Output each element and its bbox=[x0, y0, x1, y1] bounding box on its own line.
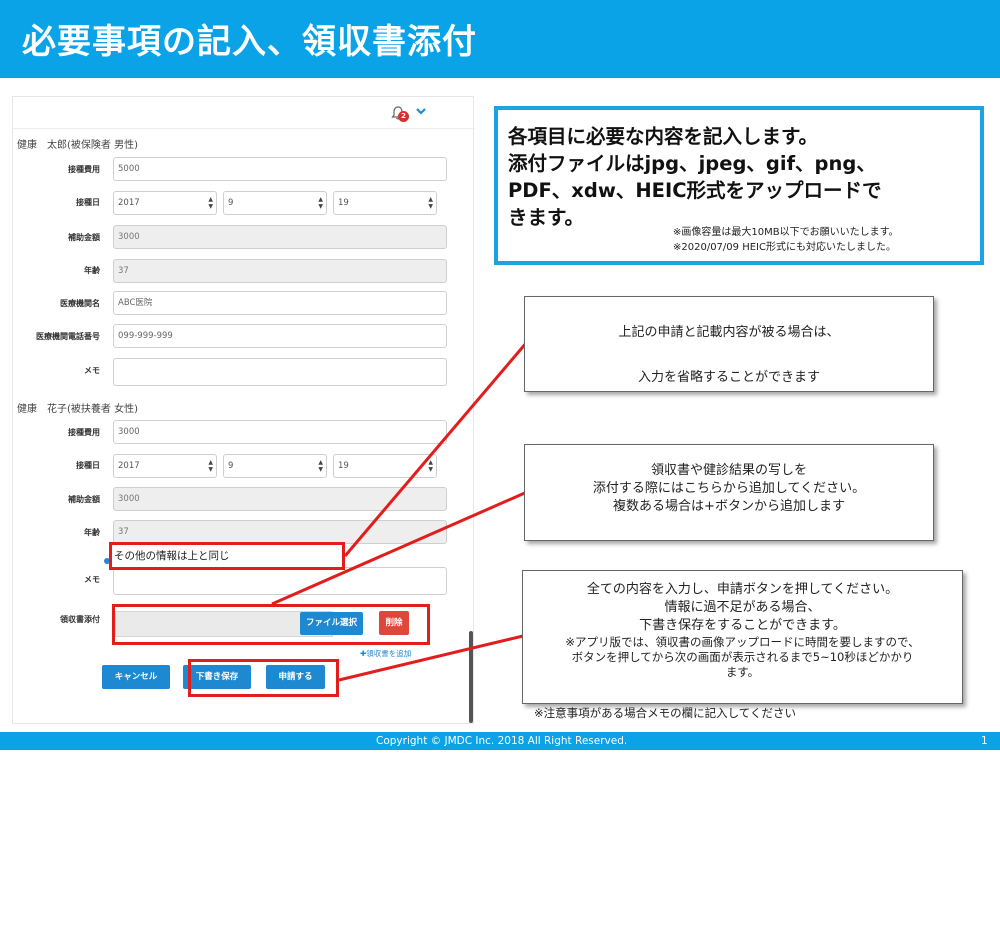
info-box: 各項目に必要な内容を記入します。 添付ファイルはjpg、jpeg、gif、png… bbox=[494, 106, 984, 265]
person-1-heading: 健康 太郎(被保険者 男性) bbox=[17, 140, 138, 151]
slide-footer: Copyright © JMDC Inc. 2018 All Right Res… bbox=[0, 732, 1000, 750]
year-select[interactable]: 2017 ▲ ▼ bbox=[113, 191, 217, 215]
fee-label: 接種費用 bbox=[68, 428, 100, 437]
select-arrows-icon: ▲ ▼ bbox=[208, 459, 213, 473]
info-note: ※2020/07/09 HEIC形式にも対応いたしました。 bbox=[673, 242, 896, 253]
callout-line: 全ての内容を入力し、申請ボタンを押してください。 bbox=[586, 582, 899, 597]
date-label: 接種日 bbox=[76, 198, 100, 207]
memo-label: メモ bbox=[84, 366, 100, 375]
callout-receipt: 領収書や健診結果の写しを 添付する際にはこちらから追加してください。 複数ある場… bbox=[524, 444, 934, 541]
month-value: 9 bbox=[228, 461, 234, 471]
memo-footnote: ※注意事項がある場合メモの欄に記入してください bbox=[534, 706, 796, 720]
day-select[interactable]: 19 ▲ ▼ bbox=[333, 454, 437, 478]
callout-line: 複数ある場合は+ボタンから追加します bbox=[613, 499, 845, 514]
fee-input[interactable]: 5000 bbox=[113, 157, 447, 181]
add-receipt-link[interactable]: ✚領収書を追加 bbox=[360, 648, 411, 659]
fee-label: 接種費用 bbox=[68, 165, 100, 174]
callout-same-info: 上記の申請と記載内容が被る場合は、 入力を省略することができます bbox=[524, 296, 934, 392]
chevron-down-icon[interactable] bbox=[415, 106, 427, 116]
callout-note: ※アプリ版では、領収書の画像アップロードに時間を要しますので、 bbox=[565, 635, 920, 649]
clinic-input[interactable]: ABC医院 bbox=[113, 291, 447, 315]
month-select[interactable]: 9 ▲ ▼ bbox=[223, 191, 327, 215]
callout-line: 領収書や健診結果の写しを bbox=[650, 463, 807, 478]
fee-input[interactable]: 3000 bbox=[113, 420, 447, 444]
page-number: 1 bbox=[981, 735, 988, 747]
select-arrows-icon: ▲ ▼ bbox=[428, 459, 433, 473]
year-select[interactable]: 2017 ▲ ▼ bbox=[113, 454, 217, 478]
scrollbar[interactable] bbox=[469, 631, 473, 723]
age-label: 年齢 bbox=[84, 266, 100, 275]
age-field: 37 bbox=[113, 259, 447, 283]
date-label: 接種日 bbox=[76, 461, 100, 470]
day-select[interactable]: 19 ▲ ▼ bbox=[333, 191, 437, 215]
month-value: 9 bbox=[228, 198, 234, 208]
callout-line: 上記の申請と記載内容が被る場合は、 bbox=[618, 325, 840, 340]
person-2-heading: 健康 花子(被扶養者 女性) bbox=[17, 404, 138, 415]
select-arrows-icon: ▲ ▼ bbox=[318, 196, 323, 210]
callout-submit: 全ての内容を入力し、申請ボタンを押してください。 情報に過不足がある場合、 下書… bbox=[522, 570, 963, 704]
clinic-label: 医療機関名 bbox=[60, 299, 100, 308]
callout-note: ます。 bbox=[725, 665, 760, 679]
info-line: 各項目に必要な内容を記入します。 bbox=[508, 125, 819, 148]
select-arrows-icon: ▲ ▼ bbox=[428, 196, 433, 210]
copyright: Copyright © JMDC Inc. 2018 All Right Res… bbox=[376, 735, 628, 747]
same-info-highlight bbox=[109, 542, 345, 570]
memo-label: メモ bbox=[84, 575, 100, 584]
info-line: PDF、xdw、HEIC形式をアップロードで bbox=[508, 179, 882, 202]
receipt-label: 領収書添付 bbox=[60, 615, 100, 624]
select-arrows-icon: ▲ ▼ bbox=[318, 459, 323, 473]
memo-textarea[interactable] bbox=[113, 358, 447, 386]
year-value: 2017 bbox=[118, 198, 140, 208]
slide-header: 必要事項の記入、領収書添付 bbox=[0, 0, 1000, 78]
info-main-text: 各項目に必要な内容を記入します。 添付ファイルはjpg、jpeg、gif、png… bbox=[508, 123, 978, 231]
cancel-button[interactable]: キャンセル bbox=[102, 665, 170, 689]
subsidy-label: 補助金額 bbox=[68, 495, 100, 504]
year-value: 2017 bbox=[118, 461, 140, 471]
day-value: 19 bbox=[338, 461, 349, 471]
callout-line: 下書き保存をすることができます。 bbox=[639, 618, 846, 633]
age-label: 年齢 bbox=[84, 528, 100, 537]
actions-highlight bbox=[188, 659, 339, 697]
month-select[interactable]: 9 ▲ ▼ bbox=[223, 454, 327, 478]
day-value: 19 bbox=[338, 198, 349, 208]
callout-note: ボタンを押してから次の画面が表示されるまで5~10秒ほどかかり bbox=[571, 650, 914, 664]
callout-line: 情報に過不足がある場合、 bbox=[664, 600, 821, 615]
phone-input[interactable]: 099-999-999 bbox=[113, 324, 447, 348]
notification-badge: 2 bbox=[398, 111, 409, 122]
subsidy-field: 3000 bbox=[113, 487, 447, 511]
select-arrows-icon: ▲ ▼ bbox=[208, 196, 213, 210]
age-field: 37 bbox=[113, 520, 447, 544]
subsidy-field: 3000 bbox=[113, 225, 447, 249]
memo-textarea[interactable] bbox=[113, 567, 447, 595]
phone-label: 医療機関電話番号 bbox=[36, 332, 100, 341]
info-note: ※画像容量は最大10MB以下でお願いいたします。 bbox=[673, 227, 899, 238]
callout-line: 添付する際にはこちらから追加してください。 bbox=[592, 481, 866, 496]
slide-title: 必要事項の記入、領収書添付 bbox=[22, 22, 477, 62]
subsidy-label: 補助金額 bbox=[68, 233, 100, 242]
callout-line: 入力を省略することができます bbox=[637, 370, 820, 385]
receipt-highlight bbox=[112, 604, 430, 645]
info-line: 添付ファイルはjpg、jpeg、gif、png、 bbox=[508, 152, 876, 175]
